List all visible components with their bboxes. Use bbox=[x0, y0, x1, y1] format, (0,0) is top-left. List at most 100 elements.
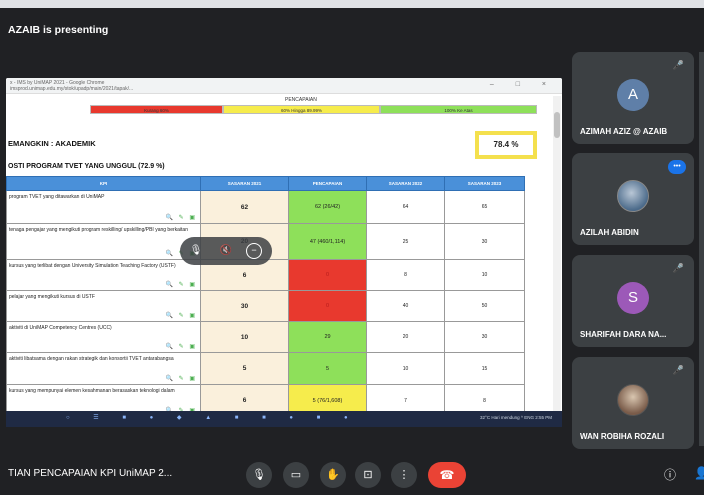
target-2023: 15 bbox=[444, 352, 525, 385]
achievement: 0 bbox=[288, 259, 367, 291]
participant-tile[interactable]: ••• AZILAH ABIDIN bbox=[572, 153, 694, 245]
kpi-description: program TVET yang ditawarkan di UniMAP 🔍 … bbox=[6, 190, 201, 224]
avatar bbox=[617, 384, 649, 416]
sheet-subheading: OSTI PROGRAM TVET YANG UNGGUL (72.9 %) bbox=[8, 163, 165, 170]
meeting-controls: TIAN PENCAPAIAN KPI UniMAP 2... 🎙 ▭ ✋ ⊡ … bbox=[0, 452, 704, 495]
target-2022: 40 bbox=[366, 290, 445, 322]
legend-red: Kurang 60% bbox=[90, 105, 223, 114]
target-2022: 64 bbox=[366, 190, 445, 224]
legend-yellow: 60% Hingga 89.99% bbox=[223, 105, 380, 114]
row-action-icons[interactable]: 🔍 ✎ ▣ bbox=[165, 312, 197, 319]
target-2023-text: 10 bbox=[481, 272, 488, 278]
participant-name: WAN ROBIHA ROZALI bbox=[580, 432, 665, 441]
target-2023-text: 30 bbox=[481, 334, 488, 340]
mic-off-icon: 🎤 bbox=[672, 263, 684, 273]
row-action-icons[interactable]: 🔍 ✎ ▣ bbox=[165, 281, 197, 288]
participant-tile[interactable]: 🎤 A AZIMAH AZIZ @ AZAIB bbox=[572, 52, 694, 144]
target-2023: 30 bbox=[444, 321, 525, 353]
taskbar-icons: ○ ☰ ■ ● ◆ ▲ ■ ■ ● ■ ● bbox=[66, 415, 359, 421]
people-icon[interactable]: 👤 bbox=[694, 466, 704, 480]
speaking-icon: ••• bbox=[668, 160, 686, 174]
kpi-description-text: program TVET yang ditawarkan di UniMAP bbox=[9, 194, 105, 200]
mic-off-icon: 🎤 bbox=[672, 365, 684, 375]
row-action-icons[interactable]: 🔍 ✎ ▣ bbox=[165, 343, 197, 350]
target-2021: 5 bbox=[200, 352, 289, 385]
present-screen-icon[interactable]: ⊡ bbox=[355, 462, 381, 488]
target-2021-text: 6 bbox=[242, 271, 247, 279]
achievement: 5 bbox=[288, 352, 367, 385]
target-2022-text: 64 bbox=[402, 204, 409, 210]
kpi-description-text: aktiviti di UniMAP Competency Centres (U… bbox=[9, 325, 112, 331]
target-2021-text: 10 bbox=[240, 333, 249, 341]
target-2022-text: 40 bbox=[402, 303, 409, 309]
achievement-text: 5 bbox=[325, 365, 330, 372]
achievement-text: 5 (76/1,608) bbox=[312, 397, 343, 404]
info-icon[interactable]: ⓘ bbox=[664, 466, 676, 483]
camera-icon[interactable]: ▭ bbox=[283, 462, 309, 488]
target-2022-text: 7 bbox=[404, 397, 407, 404]
row-action-icons[interactable]: 🔍 ✎ ▣ bbox=[165, 375, 197, 382]
target-2023-text: 50 bbox=[481, 303, 488, 309]
legend-title: PENCAPAIAN bbox=[285, 97, 317, 103]
participant-name: AZIMAH AZIZ @ AZAIB bbox=[580, 127, 668, 136]
col-header: SASARAN 2021 bbox=[200, 176, 289, 191]
achievement: 0 bbox=[288, 290, 367, 322]
window-controls: – □ × bbox=[489, 81, 556, 88]
side-panel-edge bbox=[699, 52, 704, 446]
more-options-icon[interactable]: ⋮ bbox=[391, 462, 417, 488]
achievement-text: 29 bbox=[324, 334, 331, 340]
target-2022-text: 8 bbox=[404, 272, 407, 278]
target-2022-text: 10 bbox=[402, 365, 409, 372]
raise-hand-icon[interactable]: ✋ bbox=[320, 462, 346, 488]
mic-off-icon: 🎙 bbox=[189, 245, 203, 256]
target-2021-text: 6 bbox=[242, 397, 247, 404]
row-action-icons[interactable]: 🔍 ✎ ▣ bbox=[165, 214, 197, 221]
windows-taskbar: ○ ☰ ■ ● ◆ ▲ ■ ■ ● ■ ● 32°C Hari mendung … bbox=[6, 411, 562, 427]
target-2021-text: 30 bbox=[240, 302, 249, 310]
kpi-description-text: kursus yang terlibat dengan University S… bbox=[9, 263, 176, 269]
target-2023: 10 bbox=[444, 259, 525, 291]
target-2022: 10 bbox=[366, 352, 445, 385]
sheet-heading: EMANGKIN : AKADEMIK bbox=[8, 139, 96, 148]
mic-off-icon: 🎤 bbox=[672, 60, 684, 70]
target-2023-text: 15 bbox=[481, 365, 488, 372]
target-2022: 20 bbox=[366, 321, 445, 353]
target-2021-text: 62 bbox=[240, 203, 249, 211]
achievement: 47 (460/1,114) bbox=[288, 223, 367, 260]
avatar bbox=[617, 180, 649, 212]
presenting-banner: AZAIB is presenting bbox=[0, 8, 704, 48]
table-row: pelajar yang mengikuti kursus di USTF 🔍 ✎… bbox=[6, 290, 525, 322]
browser-chrome: x - IMS by UniMAP 2021 - Google Chrome i… bbox=[6, 78, 562, 94]
kpi-table: KPI SASARAN 2021 PENCAPAIAN SASARAN 2022… bbox=[6, 176, 525, 417]
col-header: PENCAPAIAN bbox=[288, 176, 367, 191]
kpi-description: pelajar yang mengikuti kursus di USTF 🔍 ✎… bbox=[6, 290, 201, 322]
participant-tile[interactable]: 🎤 WAN ROBIHA ROZALI bbox=[572, 357, 694, 449]
table-row: aktiviti libatsama dengan rakan strategi… bbox=[6, 352, 525, 385]
target-2023: 65 bbox=[444, 190, 525, 224]
target-2021-text: 5 bbox=[242, 365, 247, 372]
kpi-description-text: pelajar yang mengikuti kursus di USTF bbox=[9, 294, 95, 300]
microphone-icon[interactable]: 🎙 bbox=[246, 462, 272, 488]
target-2022: 25 bbox=[366, 223, 445, 260]
target-2022: 8 bbox=[366, 259, 445, 291]
col-header: SASARAN 2023 bbox=[444, 176, 525, 191]
target-2021: 10 bbox=[200, 321, 289, 353]
achievement-text: 47 (460/1,114) bbox=[309, 238, 346, 245]
achievement: 29 bbox=[288, 321, 367, 353]
kpi-description: kursus yang terlibat dengan University S… bbox=[6, 259, 201, 291]
target-2023-text: 30 bbox=[481, 238, 488, 245]
end-call-icon[interactable]: ☎ bbox=[428, 462, 466, 488]
col-header: KPI bbox=[6, 176, 201, 191]
target-2023: 50 bbox=[444, 290, 525, 322]
page-scrollbar[interactable] bbox=[553, 96, 561, 412]
kpi-description-text: kursus yang mempunyai elemen kesahmanan … bbox=[9, 388, 175, 394]
participant-tile[interactable]: 🎤 S SHARIFAH DARA NA... bbox=[572, 255, 694, 347]
system-tray: 32°C Hari mendung ^ ENG 2:55 PM bbox=[480, 415, 552, 420]
table-row: kursus yang terlibat dengan University S… bbox=[6, 259, 525, 291]
achievement-text: 0 bbox=[325, 303, 330, 309]
meeting-title[interactable]: TIAN PENCAPAIAN KPI UniMAP 2... bbox=[8, 468, 172, 479]
scroll-thumb[interactable] bbox=[554, 112, 560, 138]
minus-circle-icon[interactable]: − bbox=[246, 243, 262, 259]
kpi-description-text: tenaga pengajar yang mengikuti program r… bbox=[9, 227, 188, 233]
avatar: S bbox=[617, 282, 649, 314]
